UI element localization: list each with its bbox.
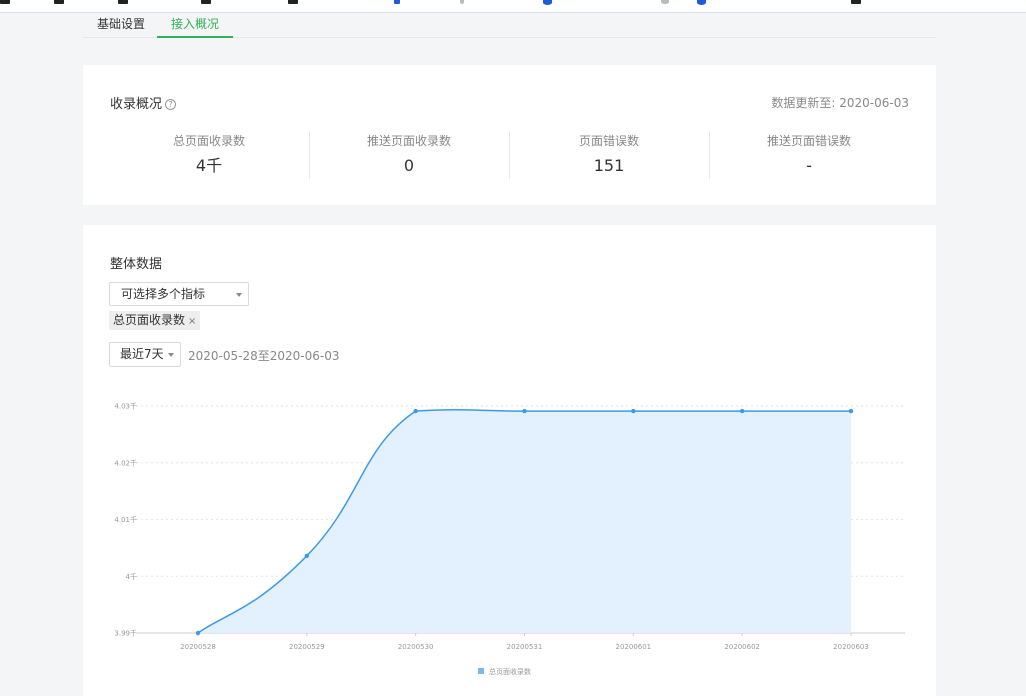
stat-push-indexed: 推送页面收录数 0 <box>309 132 509 179</box>
toolbar-icon[interactable] <box>661 0 669 4</box>
stat-value: 0 <box>403 156 415 175</box>
stat-value: 151 <box>593 156 625 175</box>
index-overview-card: 收录概况? 数据更新至: 2020-06-03 总页面收录数 4千 推送页面收录… <box>83 65 936 205</box>
toolbar-icon[interactable] <box>0 0 10 4</box>
stat-label: 推送页面错误数 <box>766 134 851 148</box>
stat-label: 推送页面收录数 <box>366 134 451 148</box>
globe-icon[interactable] <box>543 0 552 5</box>
x-tick-label: 20200601 <box>616 643 652 651</box>
x-tick-label: 20200528 <box>180 643 216 651</box>
data-point <box>631 408 636 414</box>
question-circle-icon[interactable]: ? <box>165 99 177 110</box>
x-tick-label: 20200603 <box>833 643 869 651</box>
stat-value: 4千 <box>195 156 223 175</box>
y-tick-label: 4.02千 <box>114 458 137 467</box>
stat-label: 页面错误数 <box>578 134 639 148</box>
data-point <box>304 553 310 559</box>
toolbar-icon[interactable] <box>851 0 861 4</box>
globe-icon[interactable] <box>697 0 706 5</box>
stat-label: 总页面收录数 <box>172 134 245 148</box>
y-tick-label: 4.03千 <box>114 402 137 411</box>
y-tick-label: 4千 <box>126 572 137 581</box>
top-toolbar <box>0 0 1026 13</box>
stat-page-errors: 页面错误数 151 <box>509 132 709 179</box>
y-tick-label: 4.01千 <box>114 515 137 524</box>
data-point <box>413 408 418 414</box>
tab-basic-settings[interactable]: 基础设置 <box>83 13 159 38</box>
x-tick-label: 20200602 <box>724 643 760 651</box>
series-area <box>198 409 851 633</box>
overall-data-card: 整体数据 可选择多个指标 总页面收录数 × 最近7天 2020-05-28至202… <box>83 225 936 696</box>
toolbar-icon[interactable] <box>54 0 64 4</box>
x-tick-label: 20200531 <box>507 643 543 651</box>
data-point <box>195 630 201 636</box>
data-updated-label: 数据更新至: 2020-06-03 <box>771 96 909 110</box>
x-tick-label: 20200529 <box>289 643 325 651</box>
data-point <box>522 408 527 414</box>
tab-access-overview[interactable]: 接入概况 <box>157 13 234 38</box>
settings-tabs: 基础设置 接入概况 <box>83 13 936 38</box>
legend-swatch <box>478 668 484 674</box>
y-tick-label: 3.99千 <box>114 629 137 638</box>
toolbar-icon[interactable] <box>460 0 464 4</box>
index-trend-chart: 3.99千 4千 4.01千 4.02千 4.03千 20200528 20200529 20… <box>114 402 905 676</box>
overview-title: 收录概况? <box>110 93 177 112</box>
data-point <box>739 408 745 414</box>
x-tick-label: 20200530 <box>398 643 434 651</box>
stat-value: - <box>806 156 812 175</box>
toolbar-icon[interactable] <box>394 0 400 4</box>
toolbar-icon[interactable] <box>201 0 211 4</box>
data-point <box>848 408 854 414</box>
toolbar-icon[interactable] <box>288 0 298 4</box>
overview-title-text: 收录概况 <box>110 97 163 112</box>
stat-total-indexed: 总页面收录数 4千 <box>109 132 309 179</box>
legend-label: 总页面收录数 <box>489 667 531 676</box>
toolbar-icon[interactable] <box>118 0 128 4</box>
stat-push-errors: 推送页面错误数 - <box>709 132 909 179</box>
